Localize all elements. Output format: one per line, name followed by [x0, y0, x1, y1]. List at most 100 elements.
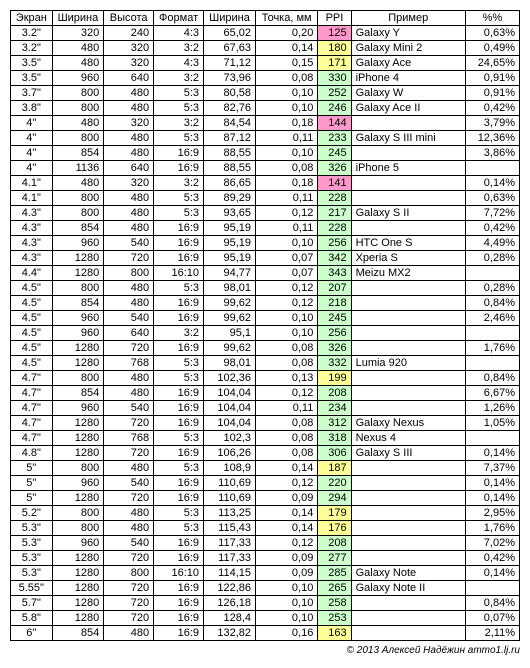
column-header: PPI — [318, 11, 351, 26]
aspect-ratio: 3:2 — [154, 176, 204, 191]
column-header: %% — [465, 11, 519, 26]
example — [351, 461, 465, 476]
height-px: 640 — [104, 71, 154, 86]
ppi: 318 — [318, 431, 351, 446]
aspect-ratio: 3:2 — [154, 116, 204, 131]
percent: 1,76% — [465, 341, 519, 356]
example: Galaxy S II — [351, 206, 465, 221]
percent: 0,14% — [465, 176, 519, 191]
height-px: 320 — [104, 116, 154, 131]
screen-size: 4" — [11, 116, 53, 131]
example: Meizu MX2 — [351, 266, 465, 281]
table-row: 5"96054016:9110,690,122200,14% — [11, 476, 520, 491]
ppi: 228 — [318, 191, 351, 206]
width-mm: 95,1 — [204, 326, 256, 341]
dot-mm: 0,11 — [256, 221, 318, 236]
screen-size: 4" — [11, 131, 53, 146]
height-px: 800 — [104, 266, 154, 281]
width-mm: 115,43 — [204, 521, 256, 536]
example — [351, 191, 465, 206]
ppi: 144 — [318, 116, 351, 131]
screen-size: 4.4" — [11, 266, 53, 281]
width-px: 1280 — [52, 566, 104, 581]
width-px: 854 — [52, 296, 104, 311]
table-row: 5.55"128072016:9122,860,10265Galaxy Note… — [11, 581, 520, 596]
width-px: 1280 — [52, 596, 104, 611]
example: Galaxy Nexus — [351, 416, 465, 431]
percent: 1,76% — [465, 521, 519, 536]
screen-size: 5.7" — [11, 596, 53, 611]
width-px: 480 — [52, 41, 104, 56]
ppi: 265 — [318, 581, 351, 596]
width-px: 960 — [52, 311, 104, 326]
width-px: 1280 — [52, 251, 104, 266]
height-px: 320 — [104, 41, 154, 56]
dot-mm: 0,08 — [256, 446, 318, 461]
percent: 0,14% — [465, 476, 519, 491]
ppi: 326 — [318, 161, 351, 176]
screen-size: 6" — [11, 626, 53, 641]
screen-size: 5.3" — [11, 521, 53, 536]
example: iPhone 4 — [351, 71, 465, 86]
table-row: 5.3"96054016:9117,330,122087,02% — [11, 536, 520, 551]
aspect-ratio: 16:9 — [154, 341, 204, 356]
width-px: 1280 — [52, 356, 104, 371]
height-px: 800 — [104, 566, 154, 581]
aspect-ratio: 16:9 — [154, 596, 204, 611]
width-px: 1280 — [52, 551, 104, 566]
screen-size: 5.55" — [11, 581, 53, 596]
ppi: 208 — [318, 536, 351, 551]
example — [351, 341, 465, 356]
screen-size: 5.3" — [11, 551, 53, 566]
width-px: 854 — [52, 386, 104, 401]
column-header: Точка, мм — [256, 11, 318, 26]
screen-size: 4.5" — [11, 356, 53, 371]
table-row: 4.8"128072016:9106,260,08306Galaxy S III… — [11, 446, 520, 461]
dot-mm: 0,07 — [256, 266, 318, 281]
table-row: 4.5"128072016:999,620,083261,76% — [11, 341, 520, 356]
example — [351, 281, 465, 296]
dot-mm: 0,10 — [256, 596, 318, 611]
dot-mm: 0,10 — [256, 611, 318, 626]
screen-size: 4.7" — [11, 431, 53, 446]
table-row: 4"8004805:387,120,11233Galaxy S III mini… — [11, 131, 520, 146]
dot-mm: 0,08 — [256, 416, 318, 431]
table-body: 3.2"3202404:365,020,20125Galaxy Y0,63%3.… — [11, 26, 520, 641]
width-px: 800 — [52, 131, 104, 146]
ppi: 312 — [318, 416, 351, 431]
screen-size: 4.3" — [11, 236, 53, 251]
ppi: 218 — [318, 296, 351, 311]
height-px: 720 — [104, 491, 154, 506]
aspect-ratio: 16:9 — [154, 251, 204, 266]
percent — [465, 266, 519, 281]
width-px: 480 — [52, 176, 104, 191]
width-px: 960 — [52, 476, 104, 491]
dot-mm: 0,18 — [256, 116, 318, 131]
table-header-row: ЭкранШиринаВысотаФорматШиринаТочка, ммPP… — [11, 11, 520, 26]
ppi: 228 — [318, 221, 351, 236]
table-row: 5.7"128072016:9126,180,102580,84% — [11, 596, 520, 611]
width-mm: 84,54 — [204, 116, 256, 131]
height-px: 720 — [104, 596, 154, 611]
table-row: 3.2"4803203:267,630,14180Galaxy Mini 20,… — [11, 41, 520, 56]
aspect-ratio: 16:9 — [154, 311, 204, 326]
width-px: 800 — [52, 521, 104, 536]
aspect-ratio: 16:9 — [154, 416, 204, 431]
dot-mm: 0,10 — [256, 146, 318, 161]
table-row: 6"85448016:9132,820,161632,11% — [11, 626, 520, 641]
example: Galaxy Note — [351, 566, 465, 581]
percent: 3,86% — [465, 146, 519, 161]
example — [351, 536, 465, 551]
percent: 7,37% — [465, 461, 519, 476]
screen-size: 3.5" — [11, 71, 53, 86]
width-mm: 122,86 — [204, 581, 256, 596]
ppi: 330 — [318, 71, 351, 86]
height-px: 720 — [104, 551, 154, 566]
example: HTC One S — [351, 236, 465, 251]
dot-mm: 0,16 — [256, 626, 318, 641]
height-px: 540 — [104, 536, 154, 551]
dot-mm: 0,10 — [256, 311, 318, 326]
width-mm: 87,12 — [204, 131, 256, 146]
percent: 0,14% — [465, 446, 519, 461]
aspect-ratio: 5:3 — [154, 461, 204, 476]
